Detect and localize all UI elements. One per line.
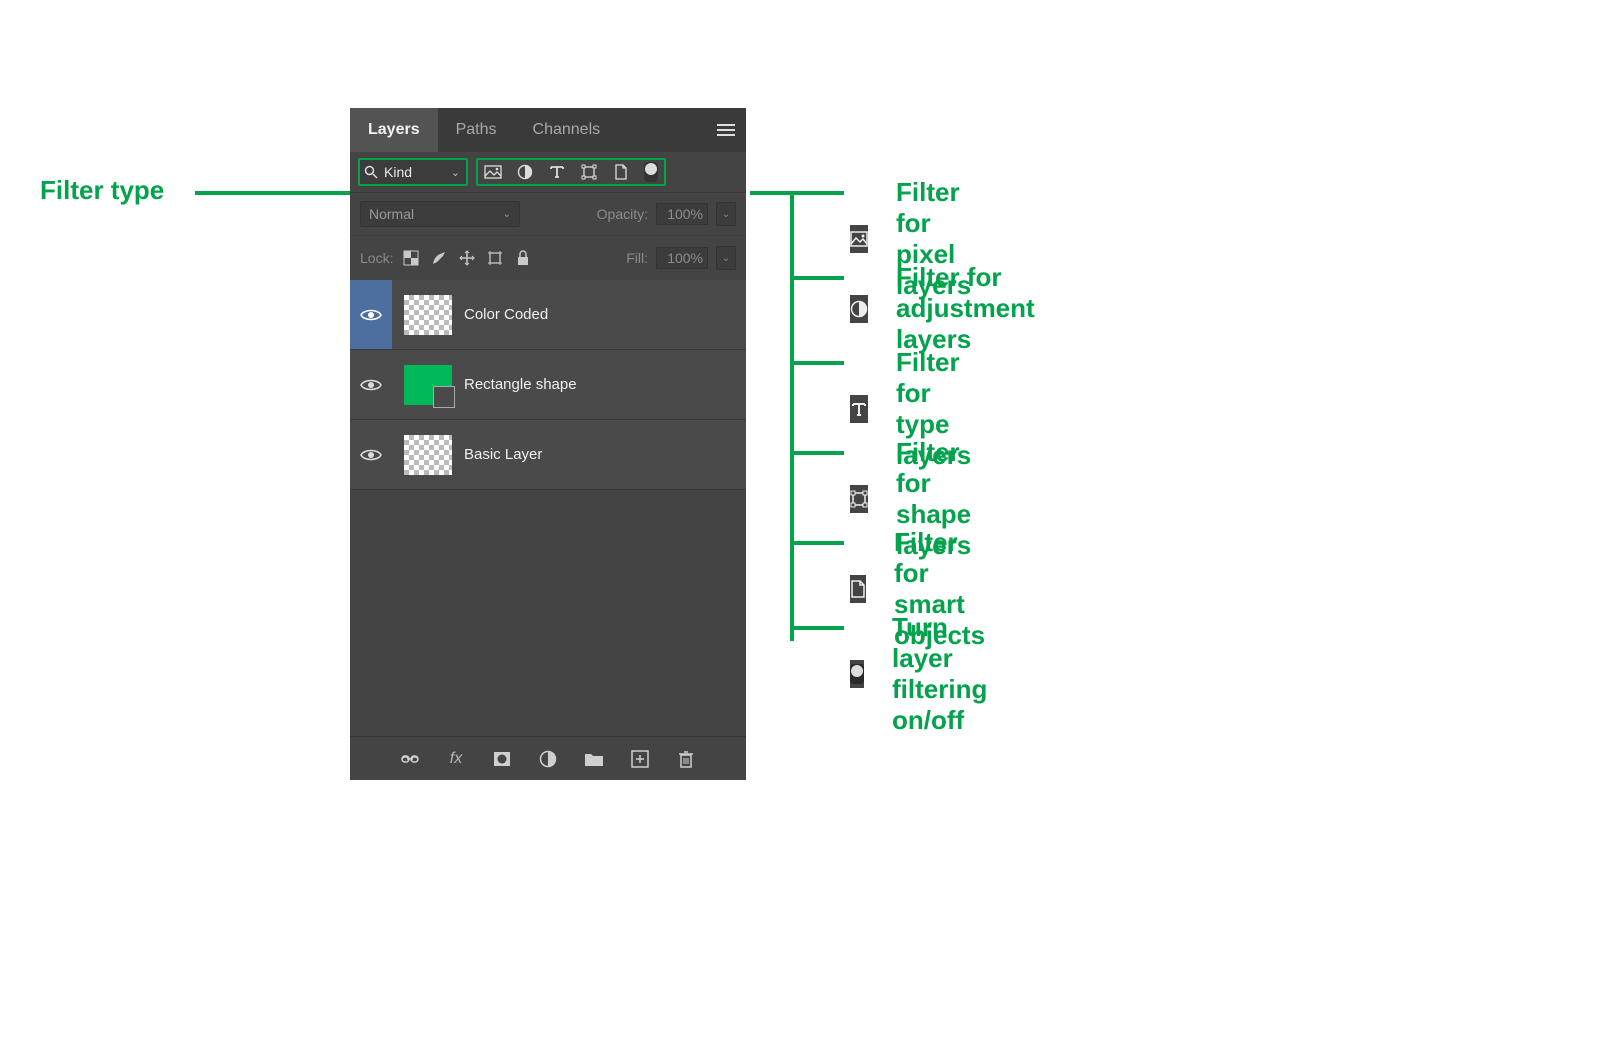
type-icon [850,395,868,423]
fill-label: Fill: [626,250,648,266]
lock-pixels-button[interactable] [429,248,449,268]
layers-footer: fx [350,736,746,780]
shape-icon [850,485,868,513]
filter-pixel-button[interactable] [484,163,502,181]
annotation-trunk [790,191,794,641]
filter-bar: Kind ⌄ [350,152,746,192]
toggle-icon [850,660,864,688]
annotation-branch-3 [794,451,844,455]
layer-name[interactable]: Rectangle shape [464,376,577,393]
lock-position-button[interactable] [457,248,477,268]
legend-toggle-label: Turn layer filtering on/off [892,612,1001,736]
annotation-branch-1 [794,276,844,280]
fill-stepper[interactable]: ⌄ [716,246,736,270]
filter-icons-group [476,158,666,186]
lock-artboard-button[interactable] [485,248,505,268]
visibility-toggle[interactable] [350,280,392,349]
filter-type-label: Kind [384,164,412,180]
tab-layers-label: Layers [368,121,420,139]
chevron-down-icon: ⌄ [451,166,460,179]
blend-mode-label: Normal [369,206,414,222]
layer-name[interactable]: Color Coded [464,306,548,323]
blend-row: Normal ⌄ Opacity: 100% ⌄ [350,192,746,236]
annotation-branch-5 [794,626,844,630]
layer-name[interactable]: Basic Layer [464,446,542,463]
filter-toggle-switch[interactable] [644,162,658,182]
annotation-branch-4 [794,541,844,545]
opacity-input[interactable]: 100% [656,203,708,225]
tab-paths-label: Paths [456,121,497,139]
visibility-toggle[interactable] [350,350,392,419]
layer-row[interactable]: Color Coded [350,280,746,350]
fill-value: 100% [667,250,703,266]
fill-input[interactable]: 100% [656,247,708,269]
annotation-filter-type: Filter type [40,175,164,206]
filter-smart-button[interactable] [612,163,630,181]
lock-row: Lock: Fill: 100% ⌄ [350,236,746,280]
search-icon [364,165,378,179]
group-button[interactable] [584,749,604,769]
legend-adjust: Filter for adjustment layers [850,262,1045,355]
opacity-value: 100% [667,206,703,222]
filter-adjustment-button[interactable] [516,163,534,181]
visibility-toggle[interactable] [350,420,392,489]
layer-thumbnail[interactable] [404,365,452,405]
annotation-branch-2 [794,361,844,365]
annotation-arrow [195,191,355,195]
opacity-stepper[interactable]: ⌄ [716,202,736,226]
annotation-branch-root [750,191,790,195]
legend-adjust-label: Filter for adjustment layers [896,262,1045,355]
tab-channels[interactable]: Channels [515,108,619,152]
filter-shape-button[interactable] [580,163,598,181]
blend-mode-dropdown[interactable]: Normal ⌄ [360,201,520,227]
adjustment-icon [850,295,868,323]
mask-button[interactable] [492,749,512,769]
opacity-label: Opacity: [597,206,648,222]
panel-menu-icon[interactable] [706,108,746,152]
layer-thumbnail[interactable] [404,435,452,475]
layer-row[interactable]: Basic Layer [350,420,746,490]
filter-type-button[interactable] [548,163,566,181]
chevron-down-icon: ⌄ [503,209,511,220]
annotation-branch-0 [794,191,844,195]
filter-type-dropdown[interactable]: Kind ⌄ [358,158,468,186]
lock-transparency-button[interactable] [401,248,421,268]
lock-all-button[interactable] [513,248,533,268]
layer-thumbnail[interactable] [404,295,452,335]
smart-object-icon [850,575,866,603]
legend-toggle: Turn layer filtering on/off [850,612,1001,736]
tab-layers[interactable]: Layers [350,108,438,152]
image-icon [850,225,868,253]
tab-bar: Layers Paths Channels [350,108,746,152]
tab-channels-label: Channels [533,121,601,139]
layers-panel: Layers Paths Channels Kind ⌄ [350,108,746,780]
link-layers-button[interactable] [400,749,420,769]
layer-row[interactable]: Rectangle shape [350,350,746,420]
layers-list: Color Coded Rectangle shape Basic Layer [350,280,746,736]
adjustment-layer-button[interactable] [538,749,558,769]
tab-paths[interactable]: Paths [438,108,515,152]
fx-button[interactable]: fx [446,749,466,769]
new-layer-button[interactable] [630,749,650,769]
lock-label: Lock: [360,250,393,266]
delete-layer-button[interactable] [676,749,696,769]
annotation-filter-type-label: Filter type [40,175,164,205]
